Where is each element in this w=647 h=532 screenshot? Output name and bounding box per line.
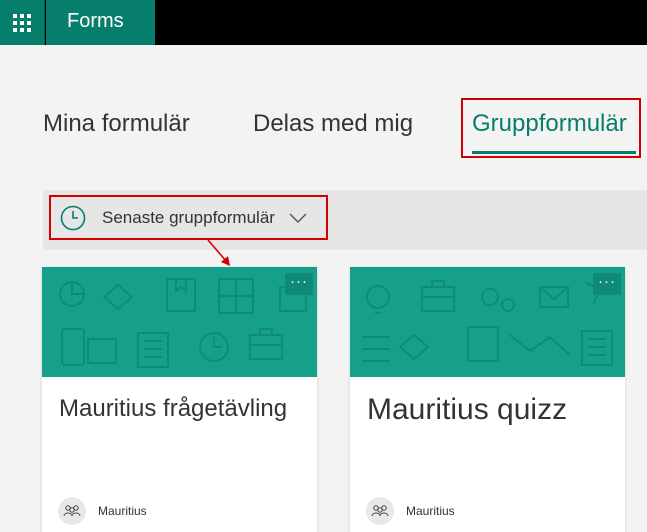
annotation-arrow bbox=[207, 239, 230, 266]
app-title[interactable]: Forms bbox=[46, 0, 155, 45]
tab-my-forms[interactable]: Mina formulär bbox=[43, 110, 190, 138]
owner-name: Mauritius bbox=[98, 504, 147, 518]
banner-pattern-icon bbox=[59, 278, 307, 368]
annotation-highlight-tab bbox=[461, 98, 641, 158]
group-avatar-icon bbox=[58, 497, 86, 525]
owner-name: Mauritius bbox=[406, 504, 455, 518]
app-header: Forms bbox=[0, 0, 647, 45]
card-owner: Mauritius bbox=[58, 497, 147, 525]
form-card[interactable]: ··· Mauritius frågetävling Mauritius bbox=[42, 267, 317, 532]
card-banner: ··· bbox=[350, 267, 625, 377]
form-card[interactable]: ··· Mauritius quizz Mauritius bbox=[350, 267, 625, 532]
card-banner: ··· bbox=[42, 267, 317, 377]
group-avatar-icon bbox=[366, 497, 394, 525]
card-title: Mauritius quizz bbox=[367, 393, 568, 426]
more-options-button[interactable]: ··· bbox=[285, 273, 313, 295]
more-options-button[interactable]: ··· bbox=[593, 273, 621, 295]
app-launcher-button[interactable] bbox=[0, 0, 45, 45]
banner-pattern-icon bbox=[362, 280, 613, 366]
card-owner: Mauritius bbox=[366, 497, 455, 525]
tab-shared-with-me[interactable]: Delas med mig bbox=[253, 110, 413, 138]
annotation-highlight-filter bbox=[49, 195, 328, 240]
card-title: Mauritius frågetävling bbox=[59, 395, 288, 422]
waffle-icon bbox=[13, 13, 31, 32]
